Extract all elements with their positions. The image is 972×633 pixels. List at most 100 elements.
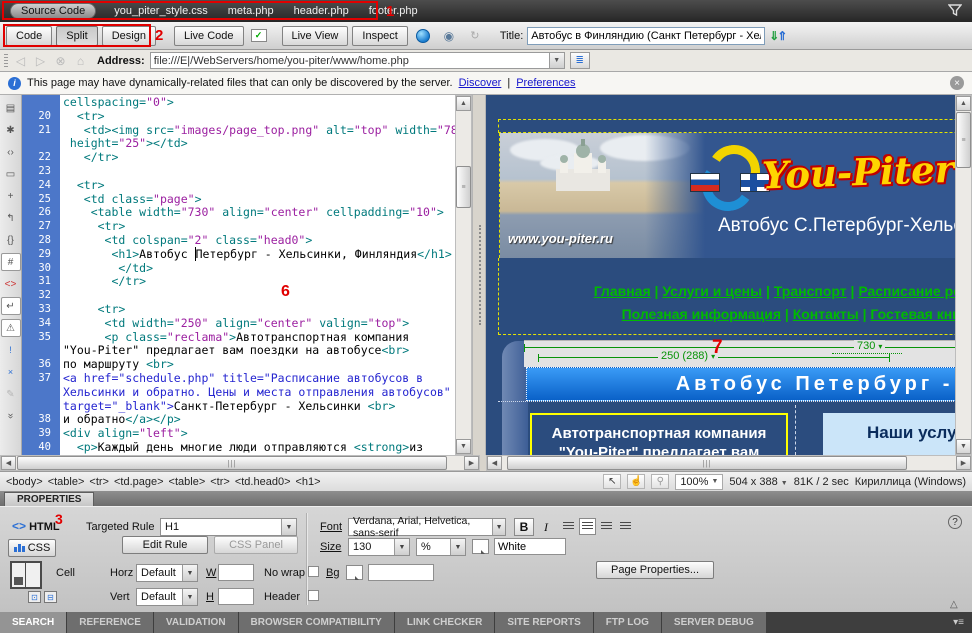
scroll-down-arrow[interactable]: ▼ xyxy=(956,439,971,454)
tab-site-reports[interactable]: SITE REPORTS xyxy=(495,612,593,633)
address-dropdown-arrow[interactable]: ▼ xyxy=(550,52,565,69)
nav-link[interactable]: | xyxy=(762,283,774,299)
properties-tab[interactable]: PROPERTIES xyxy=(4,492,94,506)
code-line[interactable]: 23 xyxy=(22,165,455,179)
nav-link[interactable]: Контакты xyxy=(793,306,859,322)
code-line[interactable]: target="_blank">Санкт-Петербург - Хельси… xyxy=(22,400,455,414)
code-line[interactable]: 34 <td width="250" align="center" valign… xyxy=(22,317,455,331)
page-properties-button[interactable]: Page Properties... xyxy=(596,561,714,579)
tag-selector-item[interactable]: <td.head0> xyxy=(235,476,291,488)
tag-selector-item[interactable]: <tr> xyxy=(89,476,109,488)
collapse-selection-icon[interactable]: ▭ xyxy=(1,163,21,185)
code-line[interactable]: 32 xyxy=(22,289,455,303)
window-size-value[interactable]: 504 x 388 ▼ xyxy=(729,476,787,488)
h-input[interactable] xyxy=(218,588,254,605)
tag-selector-item[interactable]: <body> xyxy=(6,476,43,488)
line-numbers-icon[interactable]: # xyxy=(1,253,21,271)
tag-selector-item[interactable]: <td.page> xyxy=(114,476,164,488)
w-input[interactable] xyxy=(218,564,254,581)
close-info-bar-icon[interactable]: × xyxy=(950,76,964,90)
code-line[interactable]: 25 <td class="page"> xyxy=(22,193,455,207)
nav-link[interactable]: | xyxy=(781,306,793,322)
align-justify-button[interactable] xyxy=(617,518,634,535)
design-horizontal-scrollbar[interactable]: ◀ ||| ▶ xyxy=(486,455,972,471)
split-cell-icon[interactable]: ⊟ xyxy=(44,591,57,603)
services-heading-box[interactable]: Наши услуги xyxy=(823,413,972,455)
bg-color-input[interactable] xyxy=(368,564,434,581)
tag-selector-item[interactable]: <tr> xyxy=(210,476,230,488)
tab-ftp-log[interactable]: FTP LOG xyxy=(594,612,662,633)
tab-search[interactable]: SEARCH xyxy=(0,612,67,633)
nav-link[interactable]: | xyxy=(651,283,663,299)
bg-color-swatch[interactable] xyxy=(346,565,363,580)
panel-menu-icon[interactable]: ▾≡ xyxy=(953,612,972,633)
visual-aids-icon[interactable]: ◉ xyxy=(438,26,460,46)
code-navigator-icon[interactable]: ✱ xyxy=(1,119,21,141)
site-banner[interactable]: www.you-piter.ru You-Piter Автобус С.Пет… xyxy=(499,133,972,258)
design-scrollbar-thumb[interactable]: ≡ xyxy=(956,112,971,168)
tab-browser-compatibility[interactable]: BROWSER COMPATIBILITY xyxy=(239,612,395,633)
font-select[interactable]: Verdana, Arial, Helvetica, sans-serif▼ xyxy=(348,518,506,536)
more-icons-chevron[interactable]: » xyxy=(0,406,22,426)
code-line[interactable]: 31 </tr> xyxy=(22,275,455,289)
code-line[interactable]: Хельсинки и обратно. Цены и места отправ… xyxy=(22,386,455,400)
code-line[interactable]: 24 <tr> xyxy=(22,179,455,193)
open-documents-icon[interactable]: ▤ xyxy=(1,97,21,119)
code-line[interactable]: 22 </tr> xyxy=(22,151,455,165)
header-checkbox[interactable] xyxy=(308,590,319,601)
horz-select[interactable]: Default▼ xyxy=(136,564,198,582)
code-hscroll-thumb[interactable]: ||| xyxy=(17,456,447,470)
page-heading-h1[interactable]: Автобус Петербург - Хельсинки xyxy=(526,367,972,401)
help-icon[interactable]: ? xyxy=(948,515,962,529)
nav-link[interactable]: | xyxy=(859,306,871,322)
html-mode-button[interactable]: <> HTML xyxy=(12,519,60,533)
nav-link[interactable]: Транспорт xyxy=(774,283,847,299)
tab-link-checker[interactable]: LINK CHECKER xyxy=(395,612,496,633)
nav-link[interactable]: | xyxy=(847,283,859,299)
design-hscroll-thumb[interactable]: ||| xyxy=(507,456,907,470)
align-left-button[interactable] xyxy=(560,518,577,535)
code-line[interactable]: 26 <table width="730" align="center" cel… xyxy=(22,206,455,220)
address-input[interactable] xyxy=(150,52,550,69)
expand-all-icon[interactable]: + xyxy=(1,185,21,207)
reclama-box[interactable]: Автотранспортная компания "You-Piter" пр… xyxy=(530,413,788,455)
nav-link[interactable]: Услуги и цены xyxy=(662,283,762,299)
discover-link[interactable]: Discover xyxy=(459,77,502,89)
css-mode-button[interactable]: CSS xyxy=(8,539,56,557)
tab-reference[interactable]: REFERENCE xyxy=(67,612,154,633)
code-horizontal-scrollbar[interactable]: ◀ ||| ▶ xyxy=(0,455,480,471)
code-vertical-scrollbar[interactable]: ▲ ≡ ▼ xyxy=(455,95,472,455)
scroll-down-arrow[interactable]: ▼ xyxy=(456,439,471,454)
code-scrollbar-thumb[interactable]: ≡ xyxy=(456,166,471,208)
tag-selector-item[interactable]: <table> xyxy=(48,476,85,488)
document-title-input[interactable] xyxy=(527,27,765,45)
code-line[interactable]: 20 <tr> xyxy=(22,110,455,124)
collapse-full-tag-icon[interactable]: ‹› xyxy=(1,141,21,163)
size-unit-select[interactable]: %▼ xyxy=(416,538,466,556)
balance-braces-icon[interactable]: {} xyxy=(1,229,21,251)
nav-link[interactable]: Главная xyxy=(594,283,651,299)
scroll-left-arrow[interactable]: ◀ xyxy=(1,456,16,470)
tag-selector-item[interactable]: <h1> xyxy=(296,476,321,488)
code-line[interactable]: 40 <p>Каждый день многие люди отправляют… xyxy=(22,441,455,455)
text-color-swatch[interactable] xyxy=(472,539,489,554)
scroll-up-arrow[interactable]: ▲ xyxy=(956,96,971,111)
view-options-icon[interactable]: ≣ xyxy=(570,52,590,69)
file-management-icon[interactable]: ⇓⇑ xyxy=(769,29,785,43)
nav-link[interactable]: Полезная информация xyxy=(622,306,781,322)
column-width-value[interactable]: 250 (288) ▾ xyxy=(658,350,718,362)
code-line[interactable]: 36 по маршруту <br> xyxy=(22,358,455,372)
live-view-button[interactable]: Live View xyxy=(282,26,349,46)
apply-comment-icon[interactable]: ! xyxy=(1,339,21,361)
inspect-button[interactable]: Inspect xyxy=(352,26,407,46)
tab-server-debug[interactable]: SERVER DEBUG xyxy=(662,612,767,633)
code-line[interactable]: 27 <tr> xyxy=(22,220,455,234)
split-view-divider[interactable] xyxy=(472,95,486,455)
tag-selector-item[interactable]: <table> xyxy=(169,476,206,488)
magnification-select[interactable]: 100%▼ xyxy=(675,474,723,490)
code-line[interactable]: 33 <tr> xyxy=(22,303,455,317)
targeted-rule-select[interactable]: H1▼ xyxy=(160,518,297,536)
design-view[interactable]: www.you-piter.ru You-Piter Автобус С.Пет… xyxy=(486,95,972,455)
code-line[interactable]: 38 и обратно</a></p> xyxy=(22,413,455,427)
code-line[interactable]: 28 <td colspan="2" class="head0"> xyxy=(22,234,455,248)
